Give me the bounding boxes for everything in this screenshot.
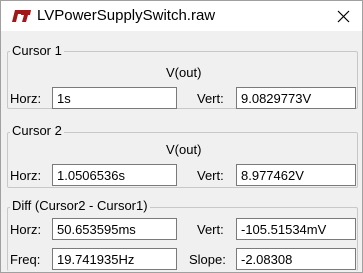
ltspice-logo-icon: [12, 10, 31, 22]
window-title: LVPowerSupplySwitch.raw: [37, 7, 216, 24]
title-bar[interactable]: LVPowerSupplySwitch.raw: [1, 1, 362, 31]
diff-freq-label: Freq:: [10, 252, 41, 267]
diff-freq-field[interactable]: 19.741935Hz: [52, 248, 177, 270]
cursor-dialog: LVPowerSupplySwitch.raw Cursor 1 V(out) …: [0, 0, 363, 273]
cursor1-horz-label: Horz:: [10, 91, 42, 106]
diff-vert-label: Vert:: [197, 222, 224, 237]
cursor2-horz-field[interactable]: 1.0506536s: [52, 164, 177, 186]
close-icon: [337, 10, 349, 22]
diff-horz-label: Horz:: [10, 222, 42, 237]
cursor1-title: Cursor 1: [10, 43, 64, 58]
cursor1-vert-field[interactable]: 9.0829773V: [236, 87, 356, 109]
close-button[interactable]: [328, 3, 358, 29]
diff-title: Diff (Cursor2 - Cursor1): [10, 198, 150, 213]
cursor2-vert-label: Vert:: [197, 168, 224, 183]
cursor2-trace-name: V(out): [166, 142, 202, 157]
diff-vert-field[interactable]: -105.51534mV: [236, 218, 356, 240]
cursor1-trace-name: V(out): [166, 65, 202, 80]
cursor2-title: Cursor 2: [10, 123, 64, 138]
cursor2-horz-label: Horz:: [10, 168, 42, 183]
cursor1-vert-label: Vert:: [197, 91, 224, 106]
diff-horz-field[interactable]: 50.653595ms: [52, 218, 177, 240]
diff-slope-field[interactable]: -2.08308: [236, 248, 356, 270]
diff-slope-label: Slope:: [189, 252, 226, 267]
cursor2-vert-field[interactable]: 8.977462V: [236, 164, 356, 186]
cursor1-horz-field[interactable]: 1s: [52, 87, 177, 109]
